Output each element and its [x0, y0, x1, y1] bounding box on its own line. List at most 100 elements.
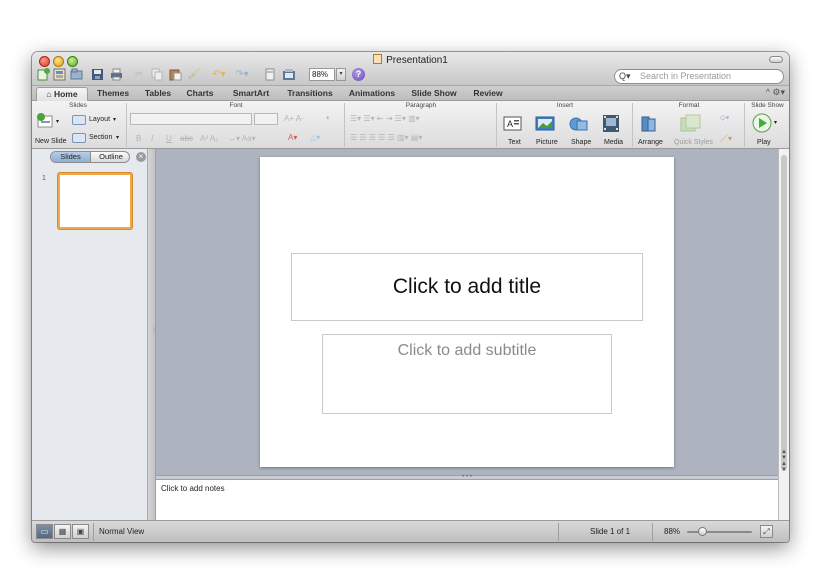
separator	[632, 103, 633, 147]
align-left-icon[interactable]: ☰ ☰ ☰ ☰ ☰ ▥▾ ▤▾	[350, 133, 422, 142]
slide-thumbnail[interactable]	[58, 173, 132, 229]
section-icon	[72, 133, 86, 143]
slide-show-view-icon[interactable]: ▣	[72, 524, 89, 539]
shape-button[interactable]: Shape	[571, 139, 591, 146]
font-color-icon[interactable]: A▾	[288, 133, 297, 142]
separator	[652, 523, 653, 541]
quick-styles-icon[interactable]	[679, 114, 703, 134]
copy-icon[interactable]	[150, 68, 164, 82]
scroll-thumb[interactable]	[781, 155, 787, 471]
italic-icon[interactable]: I	[151, 134, 153, 143]
cut-icon[interactable]: ✂	[132, 68, 146, 82]
section-button[interactable]: Section	[89, 134, 112, 141]
zoom-field[interactable]: 88%	[309, 68, 335, 81]
underline-icon[interactable]: U	[166, 134, 172, 143]
ribbon-collapse-icon[interactable]: ^ ⚙▾	[766, 87, 785, 98]
text-box-icon[interactable]: A	[503, 115, 523, 132]
separator	[344, 103, 345, 147]
arrange-icon[interactable]	[640, 115, 660, 133]
strikethrough-icon[interactable]: abc	[180, 134, 193, 143]
section-dropdown-icon[interactable]: ▾	[116, 134, 119, 141]
highlight-icon[interactable]: △▾	[310, 133, 320, 142]
layout-button[interactable]: Layout	[89, 116, 110, 123]
group-format-title: Format	[678, 102, 700, 109]
font-name-field[interactable]	[130, 113, 252, 125]
font-size-field[interactable]	[254, 113, 278, 125]
group-paragraph-title: Paragraph	[405, 102, 437, 109]
print-icon[interactable]	[109, 68, 123, 82]
media-button[interactable]: Media	[604, 139, 623, 146]
ribbon: Slides ▾ New Slide Layout ▾ Section ▾ Fo…	[32, 101, 789, 149]
close-panel-icon[interactable]: ×	[136, 152, 146, 162]
templates-icon[interactable]	[52, 68, 66, 82]
layout-dropdown-icon[interactable]: ▾	[113, 116, 116, 123]
picture-icon[interactable]	[535, 115, 557, 132]
shape-line-icon[interactable]: ／▾	[720, 133, 732, 144]
grow-font-icon[interactable]: A+ A-	[284, 114, 304, 123]
save-icon[interactable]	[90, 68, 104, 82]
layout-icon	[72, 115, 86, 125]
new-slide-dropdown-icon[interactable]: ▾	[56, 118, 59, 125]
shape-fill-icon[interactable]: ⬦▾	[720, 113, 730, 123]
new-slide-button[interactable]: New Slide	[35, 138, 67, 145]
play-icon[interactable]	[752, 113, 772, 133]
separator	[496, 103, 497, 147]
format-painter-icon[interactable]: 🖌	[187, 68, 201, 82]
slide[interactable]: Click to add title Click to add subtitle	[260, 157, 674, 467]
fit-to-window-icon[interactable]: ⤢	[760, 525, 773, 538]
play-dropdown-icon[interactable]: ▾	[774, 119, 777, 126]
tab-transitions[interactable]: Transitions	[282, 87, 338, 101]
slide-sorter-icon[interactable]: ▦	[54, 524, 71, 539]
zoom-dropdown-icon[interactable]: ▾	[336, 68, 346, 81]
zoom-slider[interactable]	[687, 531, 752, 533]
toolbar-toggle-button[interactable]	[769, 56, 783, 63]
bold-icon[interactable]: B	[136, 134, 141, 143]
tab-smartart[interactable]: SmartArt	[226, 87, 276, 101]
title-placeholder[interactable]: Click to add title	[291, 253, 643, 321]
subtitle-placeholder[interactable]: Click to add subtitle	[322, 334, 612, 414]
tab-home[interactable]: ⌂ Home	[36, 87, 88, 101]
tab-home-label: Home	[53, 89, 78, 99]
character-spacing-icon[interactable]: ↔▾ Aa▾	[228, 134, 256, 143]
play-button[interactable]: Play	[757, 139, 771, 146]
status-bar: ▭ ▦ ▣ Normal View Slide 1 of 1 88% ⤢	[32, 520, 789, 542]
tab-outline[interactable]: Outline	[91, 152, 129, 162]
new-slide-icon[interactable]	[36, 113, 54, 129]
notes-pane[interactable]: Click to add notes	[156, 480, 778, 520]
picture-button[interactable]: Picture	[536, 139, 558, 146]
arrange-button[interactable]: Arrange	[638, 139, 663, 146]
window-title-text: Presentation1	[386, 55, 448, 66]
toolbox-icon[interactable]	[263, 68, 277, 82]
app-window: Presentation1 ✂ 🖌 ↶▾ ↷▾ 88% ▾ ? Q▾ Searc…	[32, 52, 789, 542]
tab-animations[interactable]: Animations	[344, 87, 400, 101]
text-button[interactable]: Text	[508, 139, 521, 146]
tab-slide-show[interactable]: Slide Show	[406, 87, 462, 101]
tab-review[interactable]: Review	[468, 87, 508, 101]
search-icon: Q▾	[619, 71, 631, 81]
tab-tables[interactable]: Tables	[138, 87, 178, 101]
vertical-scrollbar[interactable]: ▲ ▼ ▲ ▼	[778, 149, 789, 520]
media-browser-icon[interactable]	[282, 68, 296, 82]
title-bar: Presentation1 ✂ 🖌 ↶▾ ↷▾ 88% ▾ ? Q▾ Searc…	[32, 52, 789, 86]
tab-themes[interactable]: Themes	[90, 87, 136, 101]
zoom-slider-knob[interactable]	[698, 527, 708, 536]
help-icon[interactable]: ?	[352, 68, 365, 81]
paste-icon[interactable]	[168, 68, 182, 82]
media-icon[interactable]	[602, 114, 624, 133]
new-icon[interactable]	[36, 68, 50, 82]
normal-view-icon[interactable]: ▭	[36, 524, 53, 539]
open-icon[interactable]	[69, 68, 83, 82]
redo-icon[interactable]: ↷▾	[232, 68, 252, 82]
search-field[interactable]: Q▾ Search in Presentation	[614, 69, 784, 84]
tab-charts[interactable]: Charts	[180, 87, 220, 101]
clear-formatting-icon[interactable]: ◐	[326, 113, 331, 122]
tab-slides[interactable]: Slides	[51, 152, 91, 162]
scroll-arrows-icon[interactable]: ▲ ▼ ▲ ▼	[779, 449, 789, 473]
slides-panel: Slides Outline × 1	[32, 149, 148, 520]
undo-icon[interactable]: ↶▾	[209, 68, 229, 82]
shape-icon[interactable]	[568, 115, 590, 132]
bullets-icon[interactable]: ☰▾ ☰▾ ⇤ ⇥ ☰▾ ▥▾	[350, 114, 420, 123]
superscript-icon[interactable]: A² A₂	[200, 134, 218, 143]
quick-styles-button[interactable]: Quick Styles	[674, 139, 713, 146]
panel-splitter[interactable]: ⋮	[148, 149, 157, 520]
